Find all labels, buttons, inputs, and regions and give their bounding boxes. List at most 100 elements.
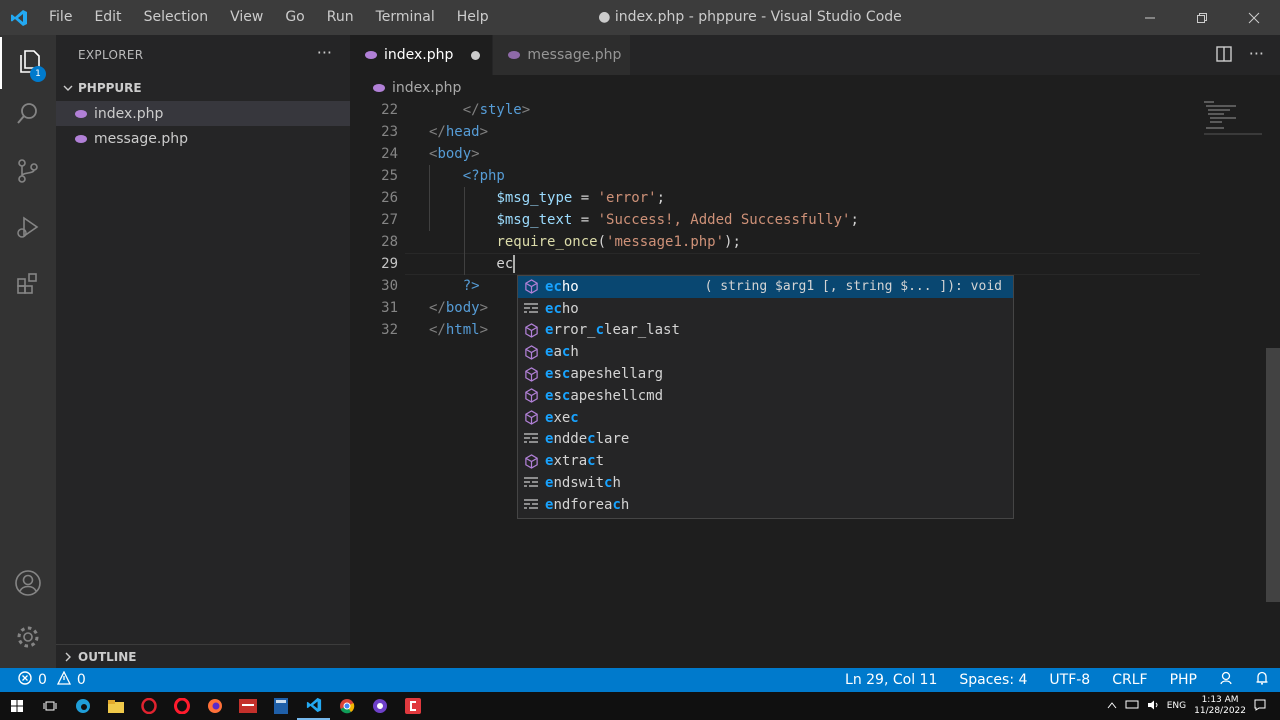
system-tray: ENG 1:13 AM 11/28/2022 <box>1107 692 1280 720</box>
suggestion-item[interactable]: exec <box>518 407 1013 429</box>
suggestion-label: enddeclare <box>545 431 630 448</box>
menu-item-terminal[interactable]: Terminal <box>365 0 446 35</box>
line-number: 25 <box>381 168 398 184</box>
notification-center-icon[interactable] <box>1254 699 1266 714</box>
input-language[interactable]: ENG <box>1167 701 1186 711</box>
chrome-icon[interactable] <box>330 692 363 720</box>
source-control-activity[interactable] <box>0 147 56 199</box>
suggestion-item[interactable]: endswitch <box>518 472 1013 494</box>
network-icon[interactable] <box>1125 700 1139 713</box>
unsaved-dot-icon[interactable] <box>471 50 481 60</box>
notifications-icon[interactable] <box>1244 671 1280 689</box>
firefox-icon[interactable] <box>198 692 231 720</box>
suggestion-item[interactable]: echo ( string $arg1 [, string $... ]): vo… <box>518 276 1013 298</box>
end-of-line[interactable]: CRLF <box>1101 672 1158 688</box>
code-line[interactable]: 27 $msg_text = 'Success!, Added Successf… <box>350 209 1200 231</box>
github-desktop-icon[interactable] <box>363 692 396 720</box>
accounts-activity[interactable] <box>0 559 56 611</box>
restore-button[interactable] <box>1176 0 1228 35</box>
file-label: message.php <box>94 130 189 147</box>
menu-item-view[interactable]: View <box>219 0 274 35</box>
breadcrumb-file[interactable]: index.php <box>392 80 461 96</box>
windows-taskbar: ENG 1:13 AM 11/28/2022 <box>0 692 1280 720</box>
language-mode[interactable]: PHP <box>1159 672 1208 688</box>
line-number: 24 <box>381 146 398 162</box>
suggestion-label: endforeach <box>545 496 630 513</box>
code-line[interactable]: 26 $msg_type = 'error'; <box>350 187 1200 209</box>
more-actions-icon[interactable]: ··· <box>1249 45 1264 67</box>
minimize-button[interactable] <box>1124 0 1176 35</box>
suggestion-item[interactable]: error_clear_last <box>518 320 1013 342</box>
file-explorer-icon[interactable] <box>99 692 132 720</box>
app-red-icon[interactable] <box>396 692 429 720</box>
menu-item-edit[interactable]: Edit <box>83 0 132 35</box>
folder-header[interactable]: PHPPURE <box>56 75 350 101</box>
menu-item-file[interactable]: File <box>38 0 83 35</box>
opera-browser-icon[interactable] <box>165 692 198 720</box>
menu-item-go[interactable]: Go <box>274 0 315 35</box>
edge-browser-icon[interactable] <box>66 692 99 720</box>
code-line[interactable]: 25 <?php <box>350 165 1200 187</box>
cursor-position[interactable]: Ln 29, Col 11 <box>834 672 948 688</box>
status-bar: 0 0 Ln 29, Col 11 Spaces: 4 UTF-8 CRLF P… <box>0 668 1280 692</box>
code-line[interactable]: 24 <body> <box>350 143 1200 165</box>
suggestion-item[interactable]: escapeshellarg <box>518 363 1013 385</box>
method-icon <box>522 366 540 382</box>
suggestion-label: escapeshellcmd <box>545 387 664 404</box>
editor-scrollbar[interactable] <box>1266 348 1280 602</box>
line-text: </html> <box>429 322 489 338</box>
search-activity[interactable] <box>0 89 56 141</box>
error-icon <box>18 671 32 689</box>
code-line[interactable]: 23 </head> <box>350 121 1200 143</box>
more-actions-icon[interactable]: ··· <box>317 43 332 62</box>
app-icon[interactable] <box>231 692 264 720</box>
sidebar-title: EXPLORER <box>78 48 144 62</box>
tab-message-php[interactable]: message.php <box>493 35 632 75</box>
text-cursor <box>513 255 516 273</box>
calculator-icon[interactable] <box>264 692 297 720</box>
split-editor-icon[interactable] <box>1215 45 1233 67</box>
encoding[interactable]: UTF-8 <box>1038 672 1101 688</box>
suggestion-item[interactable]: extract <box>518 450 1013 472</box>
outline-section[interactable]: OUTLINE <box>56 644 350 668</box>
code-line[interactable]: 22 </style> <box>350 99 1200 121</box>
suggestion-item[interactable]: enddeclare <box>518 429 1013 451</box>
tab-index-php[interactable]: index.php <box>350 35 494 75</box>
code-line[interactable]: 29 ec <box>350 253 1200 275</box>
extensions-activity[interactable] <box>0 259 56 311</box>
windows-start-icon[interactable] <box>0 692 33 720</box>
breadcrumb: index.php <box>350 75 1280 101</box>
menu-item-selection[interactable]: Selection <box>133 0 220 35</box>
opera-icon[interactable] <box>132 692 165 720</box>
run-debug-activity[interactable] <box>0 203 56 255</box>
problems-indicator[interactable]: 0 0 <box>0 670 86 689</box>
line-text: $msg_text = 'Success!, Added Successfull… <box>496 212 859 228</box>
suggestion-label: echo <box>545 300 579 317</box>
volume-icon[interactable] <box>1147 700 1159 713</box>
suggestion-item[interactable]: echo <box>518 298 1013 320</box>
minimap[interactable] <box>1202 99 1264 139</box>
file-item-message[interactable]: message.php <box>56 126 350 151</box>
task-view-icon[interactable] <box>33 692 66 720</box>
chevron-up-icon[interactable] <box>1107 701 1117 712</box>
manage-activity[interactable] <box>0 613 56 665</box>
suggestion-item[interactable]: endforeach <box>518 494 1013 516</box>
menu-item-run[interactable]: Run <box>316 0 365 35</box>
search-icon <box>15 100 41 130</box>
file-item-index[interactable]: index.php <box>56 101 350 126</box>
suggestion-item[interactable]: escapeshellcmd <box>518 385 1013 407</box>
account-icon <box>14 569 42 601</box>
chevron-right-icon <box>62 651 78 663</box>
feedback-icon[interactable] <box>1208 671 1244 689</box>
code-line[interactable]: 28 require_once('message1.php'); <box>350 231 1200 253</box>
suggestion-label: each <box>545 344 579 361</box>
vscode-taskbar-icon[interactable] <box>297 692 330 720</box>
php-file-icon <box>74 109 92 119</box>
close-window-button[interactable] <box>1228 0 1280 35</box>
suggestion-item[interactable]: each <box>518 341 1013 363</box>
menu-item-help[interactable]: Help <box>446 0 500 35</box>
indentation[interactable]: Spaces: 4 <box>948 672 1038 688</box>
line-number: 29 <box>381 256 398 272</box>
explorer-activity[interactable]: 1 <box>0 37 56 89</box>
clock[interactable]: 1:13 AM 11/28/2022 <box>1194 695 1246 717</box>
